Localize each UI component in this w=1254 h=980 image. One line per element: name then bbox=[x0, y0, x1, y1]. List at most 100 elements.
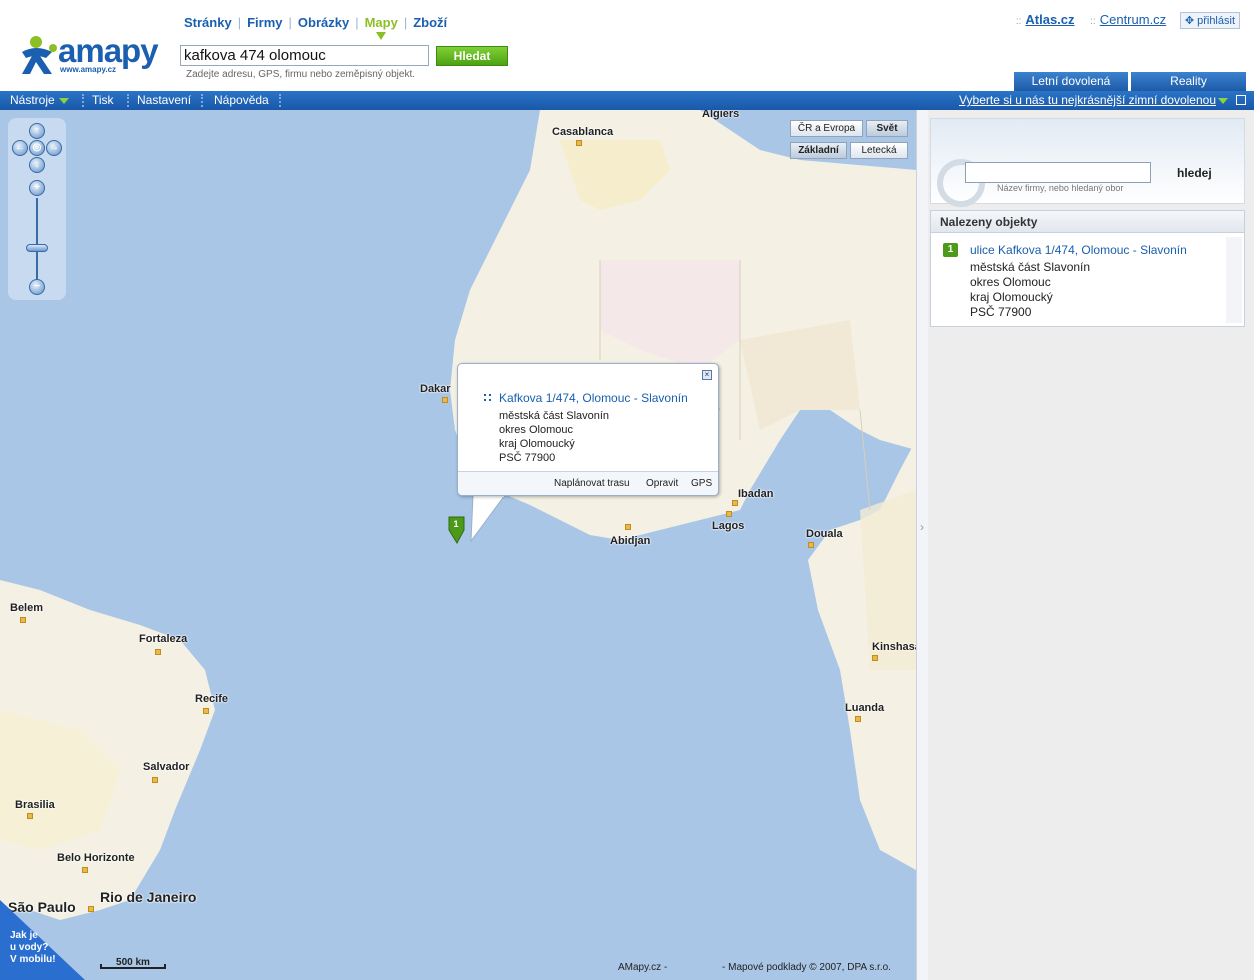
popup-line: městská část Slavonín bbox=[499, 410, 610, 422]
pan-right-icon[interactable]: → bbox=[46, 140, 62, 156]
centrum-link[interactable]: Centrum.cz bbox=[1100, 12, 1166, 27]
results-header: Nalezeny objekty bbox=[931, 211, 1244, 233]
city-marker-icon bbox=[442, 397, 448, 403]
city-marker-icon bbox=[82, 867, 88, 873]
popup-title[interactable]: Kafkova 1/474, Olomouc - Slavonín bbox=[499, 391, 688, 405]
nav-firmy[interactable]: Firmy bbox=[247, 15, 282, 30]
nav-zbozi[interactable]: Zboží bbox=[413, 15, 447, 30]
city-marker-icon bbox=[20, 617, 26, 623]
map-canvas[interactable]: Algiers Casablanca Dakar Ibadan Lagos Ab… bbox=[0, 110, 916, 980]
city-marker-icon bbox=[155, 649, 161, 655]
city-marker-icon bbox=[576, 140, 582, 146]
pan-down-icon[interactable]: ↓ bbox=[29, 157, 45, 173]
city-kinshasa[interactable]: Kinshasa bbox=[872, 641, 916, 653]
city-marker-icon bbox=[27, 813, 33, 819]
gps-link[interactable]: GPS bbox=[691, 478, 712, 489]
nav-obrazky[interactable]: Obrázky bbox=[298, 15, 349, 30]
city-dakar[interactable]: Dakar bbox=[420, 383, 451, 395]
city-marker-icon bbox=[872, 655, 878, 661]
city-marker-icon bbox=[726, 511, 732, 517]
chevron-right-icon[interactable]: › bbox=[920, 520, 924, 534]
zoom-slider-handle[interactable] bbox=[26, 244, 48, 252]
zoom-in-icon[interactable]: + bbox=[29, 180, 45, 196]
dropdown-arrow-icon bbox=[58, 97, 69, 104]
business-search-button[interactable]: hledej bbox=[1177, 166, 1212, 180]
panel-splitter[interactable]: › bbox=[916, 110, 928, 980]
header: amapy www.amapy.cz Stránky | Firmy | Obrázky… bbox=[0, 0, 1254, 91]
result-line: kraj Olomoucký bbox=[970, 290, 1053, 304]
city-algiers[interactable]: Algiers bbox=[702, 110, 739, 120]
mobile-badge-text[interactable]: Jak je u vody? V mobilu! bbox=[10, 930, 56, 966]
map-land bbox=[0, 110, 916, 920]
amapy-logo[interactable]: amapy www.amapy.cz bbox=[18, 32, 168, 80]
city-marker-icon bbox=[152, 777, 158, 783]
city-marker-icon bbox=[855, 716, 861, 722]
pan-up-icon[interactable]: ↑ bbox=[29, 123, 45, 139]
city-salvador[interactable]: Salvador bbox=[143, 761, 189, 773]
scale-bar bbox=[100, 964, 166, 969]
atlas-link[interactable]: Atlas.cz bbox=[1025, 12, 1074, 27]
nav-stranky[interactable]: Stránky bbox=[184, 15, 232, 30]
mobile-badge-line: V mobilu! bbox=[10, 954, 56, 965]
tab-reality[interactable]: Reality bbox=[1131, 72, 1246, 91]
city-belo-horizonte[interactable]: Belo Horizonte bbox=[57, 852, 135, 864]
city-rio[interactable]: Rio de Janeiro bbox=[100, 889, 196, 905]
close-icon[interactable]: × bbox=[702, 370, 712, 380]
zoom-slider-track[interactable] bbox=[36, 198, 38, 280]
city-brasilia[interactable]: Brasilia bbox=[15, 799, 55, 811]
logo-url: www.amapy.cz bbox=[60, 65, 117, 74]
plan-route-link[interactable]: Naplánovat trasu bbox=[554, 478, 630, 489]
city-ibadan[interactable]: Ibadan bbox=[738, 488, 773, 500]
result-line: okres Olomouc bbox=[970, 275, 1051, 289]
toolbar-nastroje[interactable]: Nástroje bbox=[10, 93, 69, 107]
city-marker-icon bbox=[732, 500, 738, 506]
city-marker-icon bbox=[88, 906, 94, 912]
business-search-input[interactable] bbox=[965, 162, 1151, 183]
edit-link[interactable]: Opravit bbox=[646, 478, 678, 489]
credits-amapy[interactable]: AMapy.cz - bbox=[618, 962, 667, 973]
city-fortaleza[interactable]: Fortaleza bbox=[139, 633, 187, 645]
toolbar-tisk[interactable]: Tisk bbox=[92, 93, 114, 107]
switch-zakladni[interactable]: Základní bbox=[790, 142, 847, 159]
result-title[interactable]: ulice Kafkova 1/474, Olomouc - Slavonín bbox=[970, 243, 1187, 257]
pan-left-icon[interactable]: ← bbox=[12, 140, 28, 156]
results-scrollbar[interactable] bbox=[1226, 237, 1242, 323]
map-navigation-control: ↑ ← ◎ → ↓ + − bbox=[8, 118, 66, 300]
popup-actions: Naplánovat trasu Opravit GPS bbox=[458, 471, 718, 495]
switch-svet[interactable]: Svět bbox=[866, 120, 908, 137]
nav-mapy[interactable]: Mapy bbox=[365, 15, 398, 30]
city-casablanca[interactable]: Casablanca bbox=[552, 126, 613, 138]
popup-line: kraj Olomoucký bbox=[499, 438, 575, 450]
plus-icon: ✥ bbox=[1184, 15, 1198, 27]
zoom-out-icon[interactable]: − bbox=[29, 279, 45, 295]
bullet-icon bbox=[484, 394, 491, 401]
switch-letecka[interactable]: Letecká bbox=[850, 142, 908, 159]
divider bbox=[82, 94, 84, 107]
result-number-badge: 1 bbox=[943, 243, 958, 257]
login-button[interactable]: ✥ přihlásit bbox=[1179, 12, 1240, 29]
city-belem[interactable]: Belem bbox=[10, 602, 43, 614]
promo-link[interactable]: Vyberte si u nás tu nejkrásnější zimní d… bbox=[959, 93, 1216, 107]
city-lagos[interactable]: Lagos bbox=[712, 520, 744, 532]
search-hint: Zadejte adresu, GPS, firmu nebo zeměpisn… bbox=[186, 69, 416, 80]
toolbar-nastaveni[interactable]: Nastavení bbox=[137, 93, 191, 107]
map-scale: 500 km bbox=[100, 957, 166, 969]
location-marker-icon[interactable]: 1 bbox=[448, 516, 466, 544]
city-marker-icon bbox=[203, 708, 209, 714]
city-luanda[interactable]: Luanda bbox=[845, 702, 884, 714]
toolbar-napoveda[interactable]: Nápověda bbox=[214, 93, 269, 107]
pan-center-icon[interactable]: ◎ bbox=[29, 140, 45, 156]
tab-letni-dovolena[interactable]: Letní dovolená bbox=[1014, 72, 1128, 91]
minimize-icon[interactable] bbox=[1236, 95, 1246, 105]
city-douala[interactable]: Douala bbox=[806, 528, 843, 540]
result-line: městská část Slavonín bbox=[970, 260, 1091, 274]
city-recife[interactable]: Recife bbox=[195, 693, 228, 705]
search-button[interactable]: Hledat bbox=[436, 46, 508, 66]
location-popup: × Kafkova 1/474, Olomouc - Slavonín měst… bbox=[457, 363, 719, 496]
toolbar-nastroje-label: Nástroje bbox=[10, 93, 55, 107]
promo-arrow-icon[interactable] bbox=[1218, 98, 1228, 104]
switch-cr-evropa[interactable]: ČR a Evropa bbox=[790, 120, 863, 137]
search-input[interactable] bbox=[180, 45, 429, 66]
city-abidjan[interactable]: Abidjan bbox=[610, 535, 650, 547]
business-search: hledej Název firmy, nebo hledaný obor bbox=[930, 118, 1245, 207]
